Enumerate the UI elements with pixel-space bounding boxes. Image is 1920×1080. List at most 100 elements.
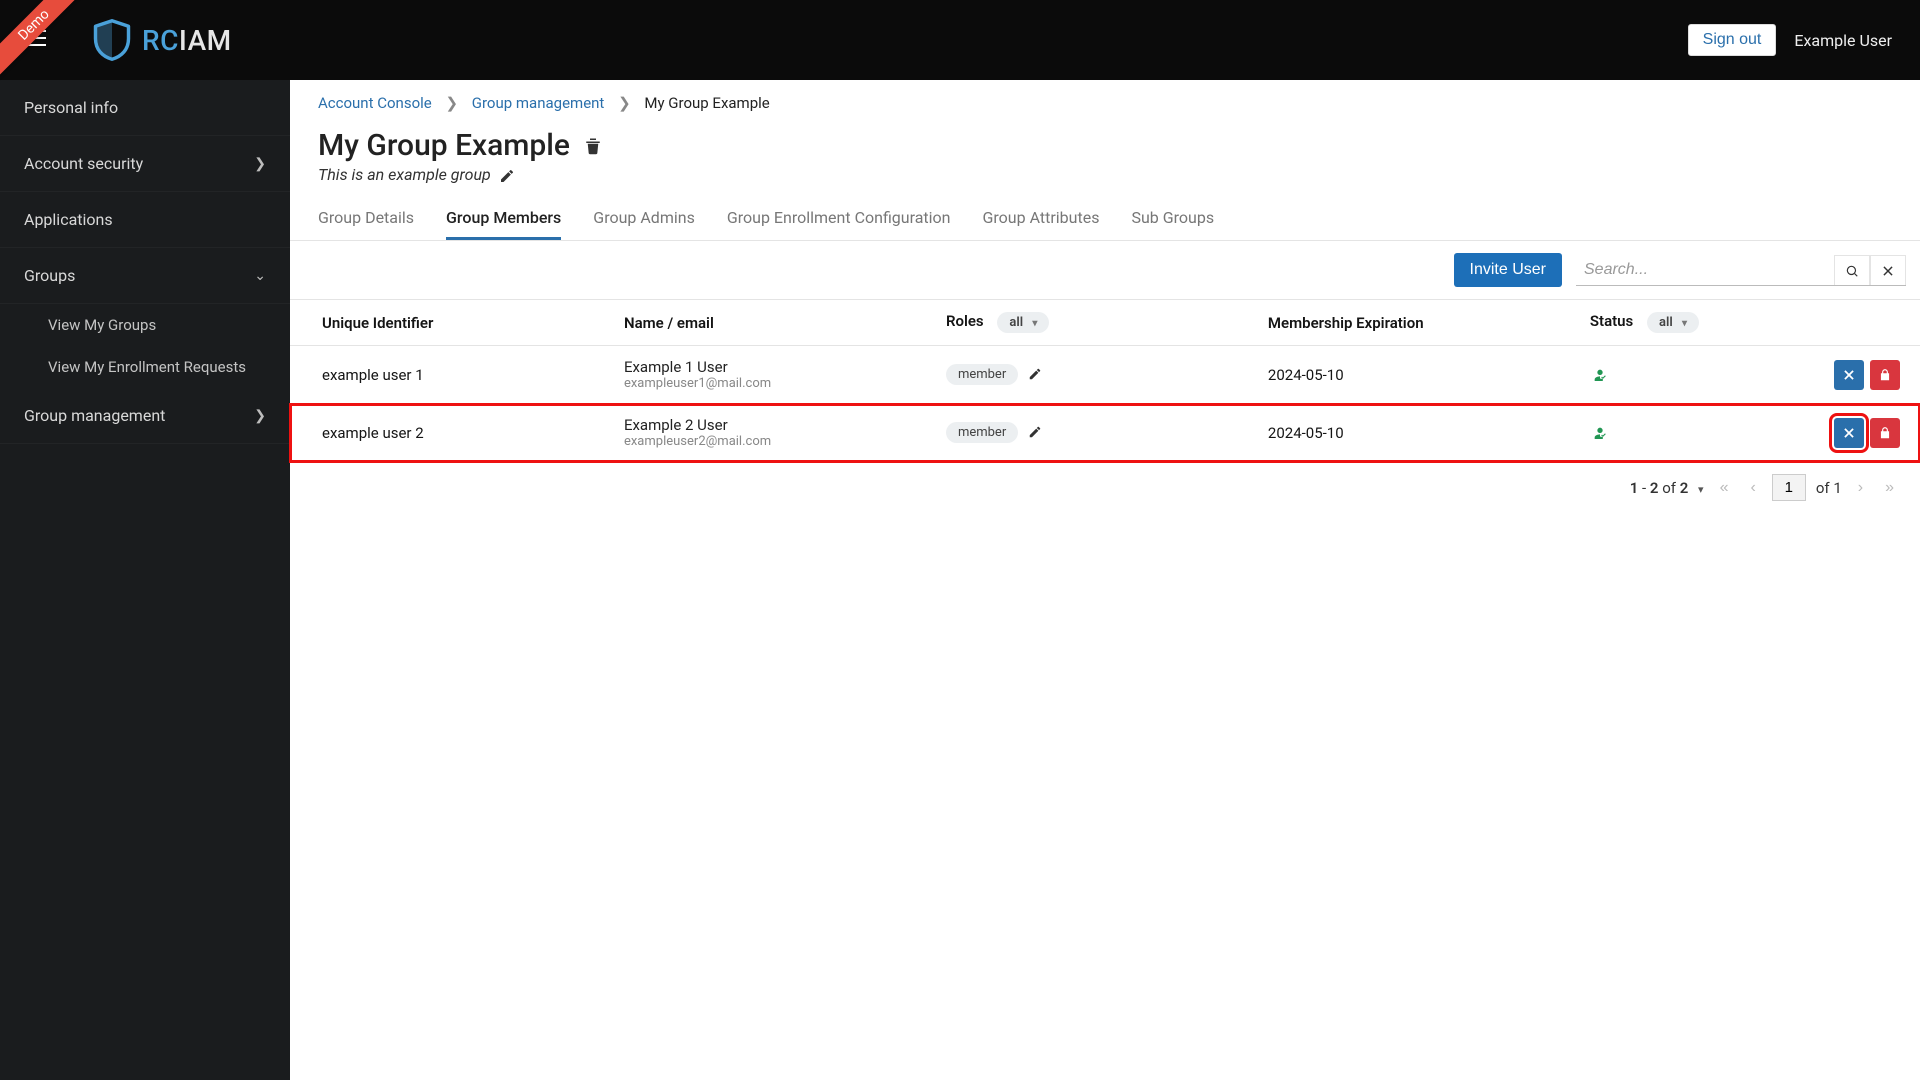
signout-button[interactable]: Sign out (1688, 24, 1777, 56)
col-actions (1799, 300, 1920, 346)
caret-down-icon: ▾ (1682, 318, 1687, 329)
members-table: Unique Identifier Name / email Roles all… (290, 300, 1920, 462)
role-badge: member (946, 364, 1018, 385)
tab-group-attributes[interactable]: Group Attributes (983, 208, 1100, 240)
breadcrumb-current: My Group Example (644, 94, 769, 112)
pencil-icon (1028, 367, 1042, 381)
close-icon (1842, 426, 1856, 440)
table-row: example user 1Example 1 Userexampleuser1… (290, 346, 1920, 404)
sidebar-item-label: Group management (24, 406, 165, 425)
status-active-icon (1590, 422, 1610, 443)
member-email: exampleuser2@mail.com (624, 434, 922, 449)
role-badge: member (946, 422, 1018, 443)
breadcrumb: Account Console ❯ Group management ❯ My … (290, 80, 1920, 122)
sidebar-item-account-security[interactable]: Account security ❯ (0, 136, 290, 192)
sidebar-item-label: Groups (24, 266, 75, 285)
current-username: Example User (1794, 31, 1892, 50)
remove-member-button[interactable] (1834, 360, 1864, 390)
roles-filter[interactable]: all ▾ (997, 312, 1049, 333)
table-header-row: Unique Identifier Name / email Roles all… (290, 300, 1920, 346)
cell-uid: example user 2 (290, 404, 612, 462)
pencil-icon (499, 168, 515, 184)
tab-group-admins[interactable]: Group Admins (593, 208, 695, 240)
page-next-button[interactable]: › (1852, 475, 1869, 501)
cell-name: Example 1 Userexampleuser1@mail.com (612, 346, 934, 404)
cell-status (1578, 404, 1799, 462)
main-content: Account Console ❯ Group management ❯ My … (290, 80, 1920, 1080)
col-roles-label: Roles (946, 312, 984, 330)
shield-icon (90, 18, 134, 62)
chevron-right-icon: ❯ (254, 408, 266, 424)
edit-role-button[interactable] (1028, 364, 1042, 382)
sidebar-item-label: Account security (24, 154, 143, 173)
edit-description-button[interactable] (499, 165, 515, 184)
close-icon (1881, 264, 1895, 278)
lock-icon (1878, 368, 1892, 382)
pagination: 1 - 2 of 2 ▾ « ‹ of 1 › » (290, 462, 1920, 513)
sidebar-item-groups[interactable]: Groups ⌄ (0, 248, 290, 304)
col-expiry: Membership Expiration (1256, 300, 1578, 346)
col-name: Name / email (612, 300, 934, 346)
table-row: example user 2Example 2 Userexampleuser2… (290, 404, 1920, 462)
cell-uid: example user 1 (290, 346, 612, 404)
group-description: This is an example group (318, 165, 491, 184)
edit-role-button[interactable] (1028, 422, 1042, 440)
search-input[interactable] (1576, 255, 1834, 285)
search-clear-button[interactable] (1870, 255, 1906, 285)
member-email: exampleuser1@mail.com (624, 376, 922, 391)
breadcrumb-group-management[interactable]: Group management (472, 94, 605, 112)
sidebar-item-label: Applications (24, 210, 113, 229)
tab-group-details[interactable]: Group Details (318, 208, 414, 240)
page-first-button[interactable]: « (1714, 475, 1735, 501)
search-icon (1845, 264, 1859, 278)
chevron-right-icon: ❯ (618, 94, 631, 112)
topbar: RCIAM Sign out Example User (0, 0, 1920, 80)
breadcrumb-account-console[interactable]: Account Console (318, 94, 432, 112)
member-name: Example 1 User (624, 358, 922, 376)
status-filter[interactable]: all ▾ (1647, 312, 1699, 333)
trash-icon (584, 136, 602, 156)
page-of-label: of 1 (1816, 479, 1842, 497)
col-status: Status all ▾ (1578, 300, 1799, 346)
cell-expiry: 2024-05-10 (1256, 346, 1578, 404)
lock-icon (1878, 426, 1892, 440)
tab-group-members[interactable]: Group Members (446, 208, 561, 240)
invite-user-button[interactable]: Invite User (1454, 253, 1562, 287)
page-last-button[interactable]: » (1879, 475, 1900, 501)
roles-filter-value: all (1009, 315, 1023, 330)
page-number-input[interactable] (1772, 474, 1806, 501)
page-range[interactable]: 1 - 2 of 2 ▾ (1630, 479, 1704, 497)
sidebar-item-applications[interactable]: Applications (0, 192, 290, 248)
close-icon (1842, 368, 1856, 382)
tabs: Group Details Group Members Group Admins… (290, 190, 1920, 241)
sidebar-item-personal-info[interactable]: Personal info (0, 80, 290, 136)
status-active-icon (1590, 364, 1610, 385)
lock-member-button[interactable] (1870, 418, 1900, 448)
cell-status (1578, 346, 1799, 404)
lock-member-button[interactable] (1870, 360, 1900, 390)
logo[interactable]: RCIAM (90, 18, 232, 62)
chevron-right-icon: ❯ (445, 94, 458, 112)
sidebar-subitem-label: View My Enrollment Requests (48, 358, 246, 376)
cell-actions (1799, 346, 1920, 404)
page-prev-button[interactable]: ‹ (1744, 475, 1761, 501)
sidebar-item-view-my-groups[interactable]: View My Groups (0, 304, 290, 346)
sidebar-item-view-enrollment-requests[interactable]: View My Enrollment Requests (0, 346, 290, 388)
remove-member-button[interactable] (1834, 418, 1864, 448)
page-title: My Group Example (318, 128, 570, 163)
tab-group-enrollment[interactable]: Group Enrollment Configuration (727, 208, 951, 240)
cell-role: member (934, 404, 1256, 462)
delete-group-button[interactable] (584, 136, 602, 156)
caret-down-icon: ▾ (1698, 483, 1704, 496)
search-box (1576, 255, 1906, 286)
cell-role: member (934, 346, 1256, 404)
sidebar-item-label: Personal info (24, 98, 118, 117)
cell-actions (1799, 404, 1920, 462)
tab-sub-groups[interactable]: Sub Groups (1131, 208, 1214, 240)
col-roles: Roles all ▾ (934, 300, 1256, 346)
sidebar: Personal info Account security ❯ Applica… (0, 80, 290, 1080)
sidebar-item-group-management[interactable]: Group management ❯ (0, 388, 290, 444)
search-submit-button[interactable] (1834, 255, 1870, 285)
cell-name: Example 2 Userexampleuser2@mail.com (612, 404, 934, 462)
caret-down-icon: ▾ (1032, 318, 1037, 329)
